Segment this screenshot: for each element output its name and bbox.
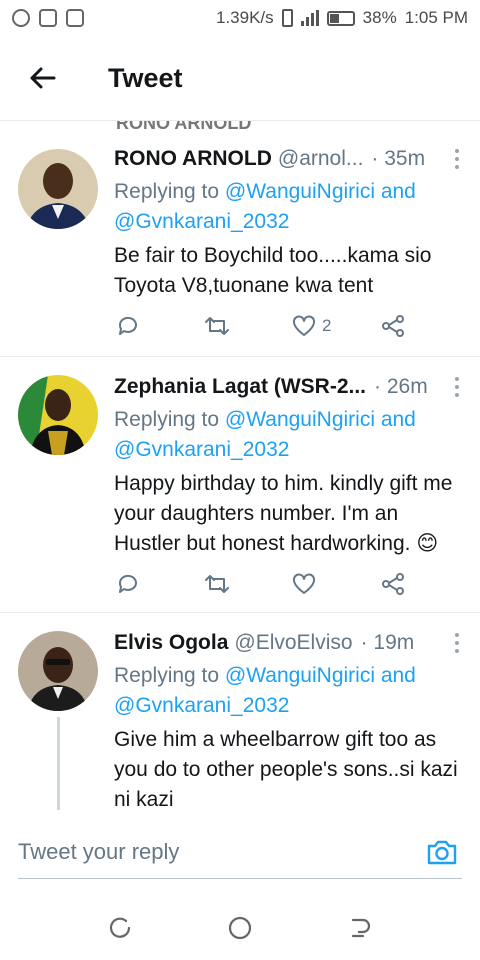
signal-icon [300, 10, 319, 26]
tweet-actions [116, 569, 426, 599]
system-nav-bar [0, 895, 480, 960]
tweet-text: Give him a wheelbarrow gift too as you d… [114, 728, 458, 810]
heart-icon [293, 573, 315, 594]
more-options-icon[interactable] [448, 631, 466, 655]
like-button[interactable] [292, 573, 380, 595]
home-icon [228, 916, 252, 939]
author-name[interactable]: Zephania Lagat (WSR-2... [114, 375, 366, 399]
share-icon [382, 315, 404, 337]
mention-link[interactable]: @Gvnkarani_2032 [114, 210, 289, 233]
mention-link[interactable]: @WanguiNgirici and [225, 408, 416, 431]
mention-link[interactable]: @Gvnkarani_2032 [114, 694, 289, 717]
mention-link[interactable]: @WanguiNgirici and [225, 664, 416, 687]
more-options-icon[interactable] [448, 147, 466, 171]
lock-icon [66, 9, 84, 27]
back-button[interactable] [0, 36, 84, 120]
tweet-time: · 26m [374, 375, 428, 398]
battery-percent: 38% [362, 8, 397, 27]
replying-to: Replying to @WanguiNgirici and @Gvnkaran… [114, 405, 462, 465]
heart-icon [293, 315, 315, 336]
share-button[interactable] [380, 572, 406, 596]
tweet-item[interactable]: Zephania Lagat (WSR-2... · 26m Replying … [0, 357, 480, 613]
tweet-item[interactable]: Elvis Ogola @ElvoElviso · 19m Replying t… [0, 613, 480, 810]
reply-icon [118, 574, 137, 593]
more-options-icon[interactable] [448, 375, 466, 399]
reply-compose-bar[interactable]: Tweet your reply [18, 825, 462, 879]
reply-button[interactable] [116, 314, 204, 338]
battery-icon [326, 10, 355, 26]
mention-link[interactable]: @Gvnkarani_2032 [114, 438, 289, 461]
tweet-actions: 2 [116, 311, 426, 341]
like-count: 2 [322, 316, 332, 335]
replying-to: Replying to @WanguiNgirici and @Gvnkaran… [114, 661, 462, 721]
author-handle[interactable]: @arnol... [278, 147, 364, 171]
page-title: Tweet [108, 62, 183, 93]
app-bar: Tweet [0, 36, 480, 120]
replying-prefix: Replying to [114, 664, 220, 687]
retweet-icon [205, 317, 229, 335]
home-button[interactable] [220, 908, 260, 948]
arrow-left-icon [30, 67, 56, 89]
recents-icon [109, 917, 131, 938]
like-button[interactable]: 2 [292, 315, 380, 337]
tweet-text: Be fair to Boychild too.....kama sio Toy… [114, 244, 432, 297]
avatar-image [18, 149, 98, 229]
share-button[interactable] [380, 314, 406, 338]
network-speed: 1.39K/s [216, 8, 274, 27]
mention-link[interactable]: @WanguiNgirici and [225, 180, 416, 203]
status-bar: 1.39K/s 38% 1:05 PM [0, 0, 480, 36]
back-nav-button[interactable] [340, 908, 380, 948]
back-nav-icon [351, 918, 371, 937]
reply-icon [118, 316, 137, 335]
tweet-item[interactable]: RONO ARNOLD @arnol... · 35m Replying to … [0, 121, 480, 357]
reply-button[interactable] [116, 572, 204, 596]
gallery-icon [39, 9, 57, 27]
notification-icons [12, 9, 84, 27]
replying-to: Replying to @WanguiNgirici and @Gvnkaran… [114, 177, 462, 237]
reply-input[interactable]: Tweet your reply [18, 839, 422, 865]
share-icon [382, 573, 404, 595]
retweet-button[interactable] [204, 572, 292, 596]
avatar-image [18, 631, 98, 711]
camera-button[interactable] [422, 832, 462, 872]
retweet-icon [205, 575, 229, 593]
thread-line [57, 717, 60, 810]
author-name[interactable]: RONO ARNOLD [114, 147, 272, 171]
whatsapp-icon [12, 9, 30, 27]
author-name[interactable]: Elvis Ogola [114, 631, 228, 655]
replying-prefix: Replying to [114, 180, 220, 203]
author-handle[interactable]: @ElvoElviso [234, 631, 352, 655]
clock: 1:05 PM [404, 8, 468, 27]
tweet-time: · 19m [360, 631, 415, 654]
vibrate-icon [281, 9, 293, 27]
avatar[interactable] [18, 149, 98, 229]
tweet-text: Happy birthday to him. kindly gift me yo… [114, 472, 453, 555]
avatar[interactable] [18, 375, 98, 455]
camera-icon [427, 840, 457, 864]
retweet-button[interactable] [204, 314, 292, 338]
avatar[interactable] [18, 631, 98, 711]
avatar-image [18, 375, 98, 455]
replying-prefix: Replying to [114, 408, 220, 431]
reply-feed[interactable]: RONO ARNOLD RONO ARNOLD @arnol... · 35m … [0, 120, 480, 810]
recents-button[interactable] [100, 908, 140, 948]
tweet-time: · 35m [371, 147, 426, 170]
